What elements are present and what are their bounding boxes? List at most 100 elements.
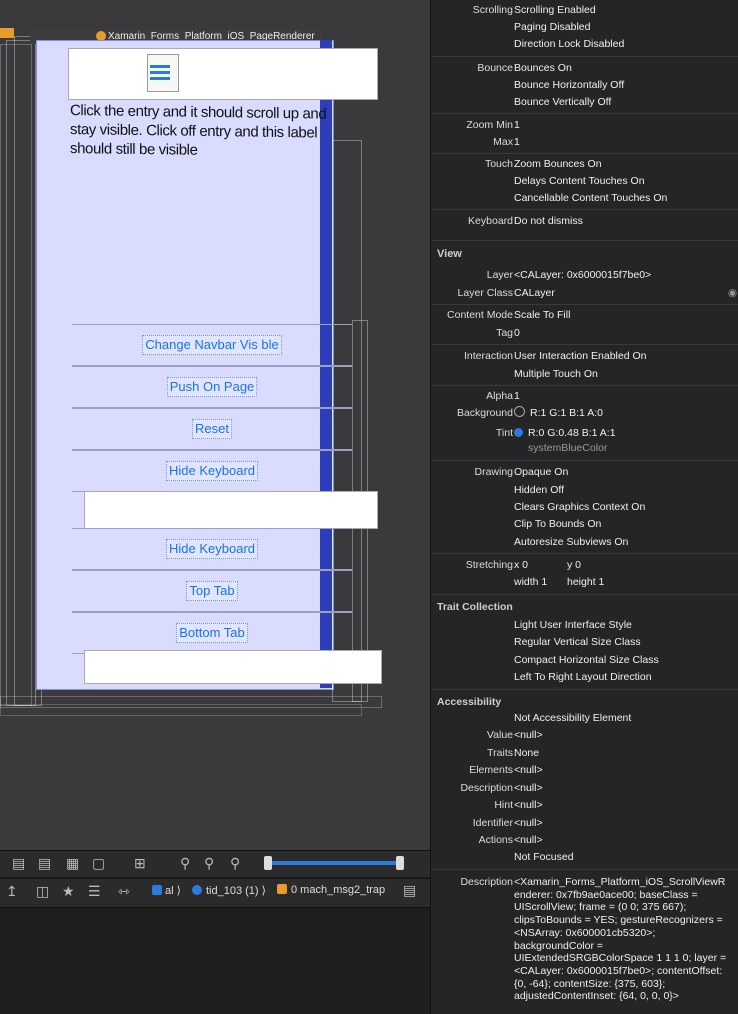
accessibility-element-value: Not Accessibility Element — [514, 712, 632, 724]
simulate-location-icon[interactable]: ⇿ — [118, 883, 130, 900]
alpha-key: Alpha — [486, 390, 513, 402]
zoom-reset-icon[interactable]: ⚲ — [204, 855, 214, 872]
button-label: Hide Keyboard — [166, 539, 258, 559]
stretching-x-value: x 0 — [514, 559, 529, 571]
trait-horizontal-value: Compact Horizontal Size Class — [514, 654, 659, 666]
trait-vertical-value: Regular Vertical Size Class — [514, 636, 641, 648]
tag-key: Tag — [496, 327, 513, 339]
jump-to-definition-icon[interactable]: ◉ — [728, 285, 737, 302]
environment-overrides-icon[interactable]: ☰ — [88, 883, 101, 900]
renderer-tab-icon — [0, 28, 14, 38]
bottom-tab-button[interactable]: Bottom Tab — [72, 612, 352, 654]
range-start-handle[interactable] — [264, 856, 272, 870]
opaque-value: Opaque On — [514, 466, 569, 478]
actions-key: Actions — [478, 834, 513, 846]
layer-value: <CALayer: 0x6000015f7be0> — [514, 269, 652, 281]
stretching-height-value: height 1 — [567, 576, 605, 588]
debug-console-area[interactable] — [0, 908, 430, 1014]
view-hierarchy-canvas[interactable]: Xamarin_Forms_Platform_iOS_PageRenderer … — [0, 0, 430, 850]
object-inspector: Scrolling Scrolling Enabled Paging Disabl… — [430, 0, 738, 1014]
breadcrumb-app-label: al — [165, 885, 174, 897]
hint-key: Hint — [494, 799, 513, 811]
tint-name-value: systemBlueColor — [528, 442, 608, 454]
tabbar-layer[interactable] — [84, 650, 382, 684]
multiple-touch-value: Multiple Touch On — [514, 368, 598, 380]
breadcrumb-thread-label: tid_103 (1) — [206, 885, 259, 897]
focus-value: Not Focused — [514, 851, 574, 863]
button-label: Top Tab — [186, 581, 238, 601]
tint-value: R:0 G:0.48 B:1 A:1 — [528, 427, 616, 439]
zoom-in-icon[interactable]: ⚲ — [230, 855, 240, 872]
clip-bounds-value: Clip To Bounds On — [514, 518, 602, 530]
step-out-icon[interactable]: ↥ — [6, 883, 18, 900]
change-navbar-visible-button[interactable]: Change Navbar Vis ble — [72, 324, 352, 366]
show-constraints-icon[interactable]: ▤ — [38, 855, 51, 872]
breadcrumb-app[interactable]: al ⟩ — [152, 884, 181, 897]
layers-icon[interactable]: ▦ — [66, 855, 79, 872]
hide-keyboard-button-2[interactable]: Hide Keyboard — [72, 528, 352, 570]
traits-key: Traits — [487, 747, 513, 759]
paging-value: Paging Disabled — [514, 21, 591, 33]
show-clipped-icon[interactable]: ▤ — [12, 855, 25, 872]
zoom-min-key: Zoom Min — [466, 119, 513, 131]
memory-graph-icon[interactable]: ★ — [62, 883, 75, 900]
hidden-value: Hidden Off — [514, 484, 565, 496]
hamburger-menu-icon[interactable] — [150, 62, 170, 84]
drawing-key: Drawing — [474, 466, 513, 478]
description-long-value: <Xamarin_Forms_Platform_iOS_ScrollViewR … — [514, 876, 727, 1003]
autoresize-value: Autoresize Subviews On — [514, 536, 629, 548]
button-label: Change Navbar Vis ble — [142, 335, 282, 355]
description-short-value: <null> — [514, 782, 543, 794]
zoom-out-icon[interactable]: ⚲ — [180, 855, 190, 872]
button-label: Hide Keyboard — [166, 461, 258, 481]
bounce-horizontal-value: Bounce Horizontally Off — [514, 79, 625, 91]
cancellable-touches-value: Cancellable Content Touches On — [514, 192, 668, 204]
entry-field-layer[interactable] — [84, 491, 378, 529]
reset-button[interactable]: Reset — [72, 408, 352, 450]
value-key: Value — [486, 729, 513, 741]
stretching-width-value: width 1 — [514, 576, 548, 588]
stretching-y-value: y 0 — [567, 559, 582, 571]
identifier-key: Identifier — [472, 817, 513, 829]
layer-frame — [0, 704, 362, 716]
accessibility-header: Accessibility — [437, 696, 502, 708]
stretching-key: Stretching — [465, 559, 513, 571]
touch-key: Touch — [484, 158, 513, 170]
instruction-label: Click the entry and it should scroll up … — [70, 102, 327, 159]
button-label: Bottom Tab — [176, 623, 248, 643]
background-swatch — [514, 406, 525, 417]
toggle-console-icon[interactable]: ▤ — [403, 882, 416, 899]
actions-value: <null> — [514, 834, 543, 846]
button-label: Push On Page — [166, 377, 258, 397]
hide-keyboard-button[interactable]: Hide Keyboard — [72, 450, 352, 492]
keyboard-value: Do not dismiss — [514, 215, 583, 227]
scrolling-key: Scrolling — [472, 4, 513, 16]
zoom-min-value: 1 — [514, 119, 520, 131]
bounce-vertical-value: Bounce Vertically Off — [514, 96, 612, 108]
layer-class-value: CALayer — [514, 287, 555, 299]
trait-style-value: Light User Interface Style — [514, 619, 632, 631]
value-value: <null> — [514, 729, 543, 741]
frame-icon — [277, 884, 287, 894]
push-on-page-button[interactable]: Push On Page — [72, 366, 352, 408]
grid-icon[interactable]: ⊞ — [134, 855, 146, 872]
clears-context-value: Clears Graphics Context On — [514, 501, 646, 513]
navbar-layer[interactable] — [68, 48, 378, 100]
breadcrumb-thread[interactable]: tid_103 (1) ⟩ — [192, 884, 266, 897]
breadcrumb-frame[interactable]: 0 mach_msg2_trap — [277, 884, 385, 896]
wireframe-icon[interactable]: ▢ — [92, 855, 105, 872]
top-tab-button[interactable]: Top Tab — [72, 570, 352, 612]
background-value: R:1 G:1 B:1 A:0 — [530, 407, 603, 419]
direction-lock-value: Direction Lock Disabled — [514, 38, 625, 50]
button-label: Reset — [192, 419, 232, 439]
user-interaction-value: User Interaction Enabled On — [514, 350, 647, 362]
debug-view-hierarchy-icon[interactable]: ◫ — [36, 883, 49, 900]
app-icon — [152, 885, 162, 895]
tint-swatch — [514, 428, 523, 437]
content-mode-value: Scale To Fill — [514, 309, 571, 321]
elements-key: Elements — [469, 764, 513, 776]
range-end-handle[interactable] — [396, 856, 404, 870]
depth-range-slider[interactable] — [264, 856, 404, 870]
delays-touches-value: Delays Content Touches On — [514, 175, 645, 187]
description-key: Description — [460, 782, 513, 794]
